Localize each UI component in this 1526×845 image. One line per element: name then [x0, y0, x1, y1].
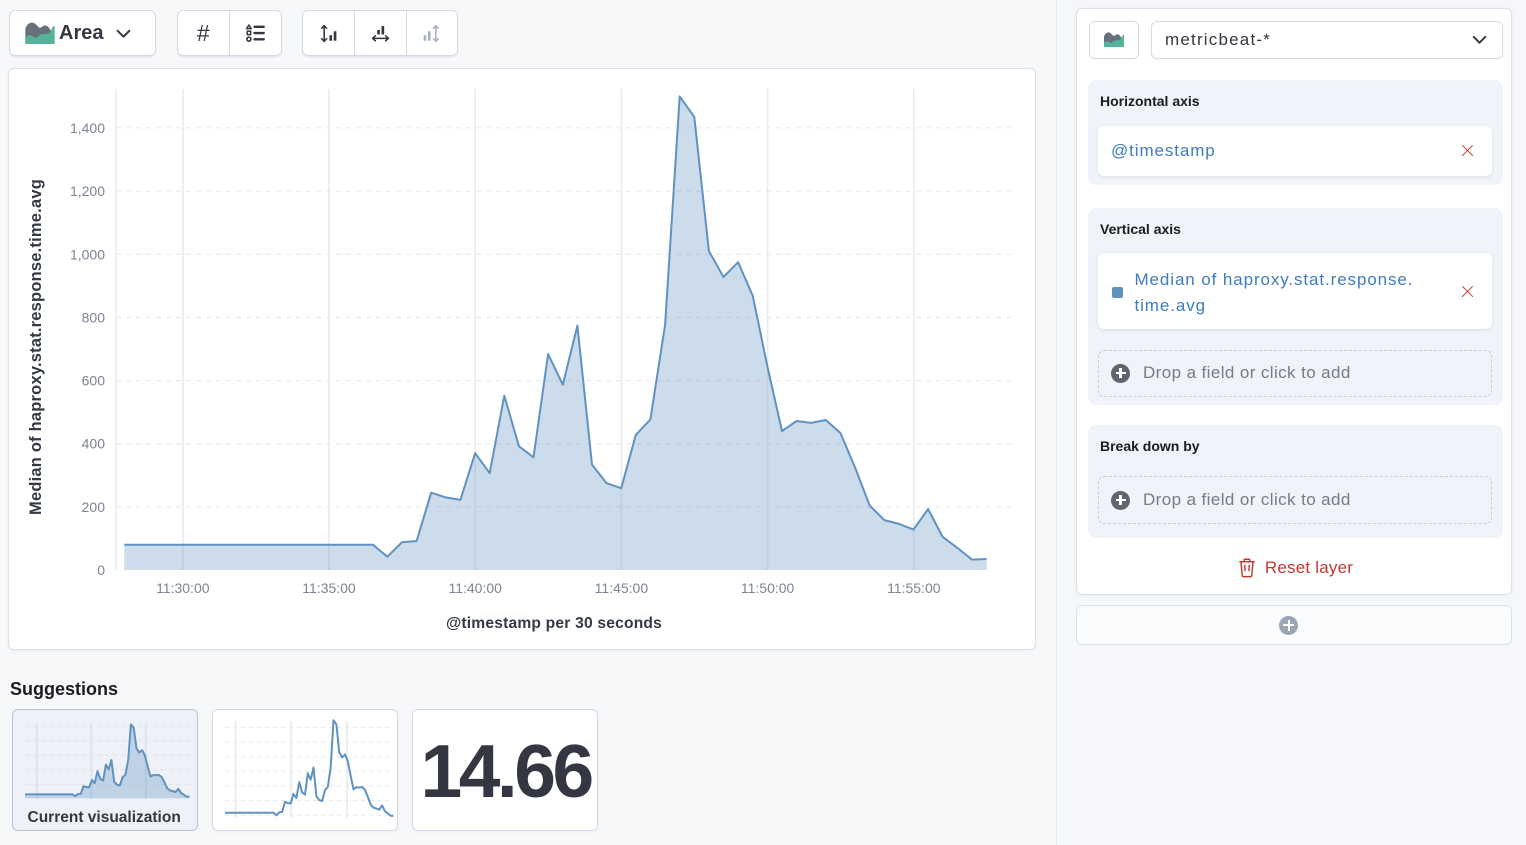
svg-text:@timestamp per 30 seconds: @timestamp per 30 seconds — [446, 615, 662, 632]
svg-text:11:45:00: 11:45:00 — [595, 580, 649, 596]
svg-text:1,200: 1,200 — [70, 183, 105, 199]
svg-text:11:35:00: 11:35:00 — [302, 580, 356, 596]
svg-text:0: 0 — [97, 562, 105, 578]
svg-text:600: 600 — [82, 373, 106, 389]
svg-text:11:30:00: 11:30:00 — [156, 580, 210, 596]
svg-text:11:40:00: 11:40:00 — [448, 580, 502, 596]
svg-text:800: 800 — [82, 309, 106, 325]
svg-text:1,000: 1,000 — [70, 246, 105, 262]
svg-text:Median of haproxy.stat.respons: Median of haproxy.stat.response.time.avg — [27, 179, 45, 515]
svg-text:11:55:00: 11:55:00 — [887, 580, 941, 596]
svg-text:1,400: 1,400 — [70, 120, 105, 136]
svg-text:400: 400 — [82, 436, 106, 452]
svg-text:11:50:00: 11:50:00 — [741, 580, 795, 596]
svg-text:200: 200 — [82, 499, 106, 515]
